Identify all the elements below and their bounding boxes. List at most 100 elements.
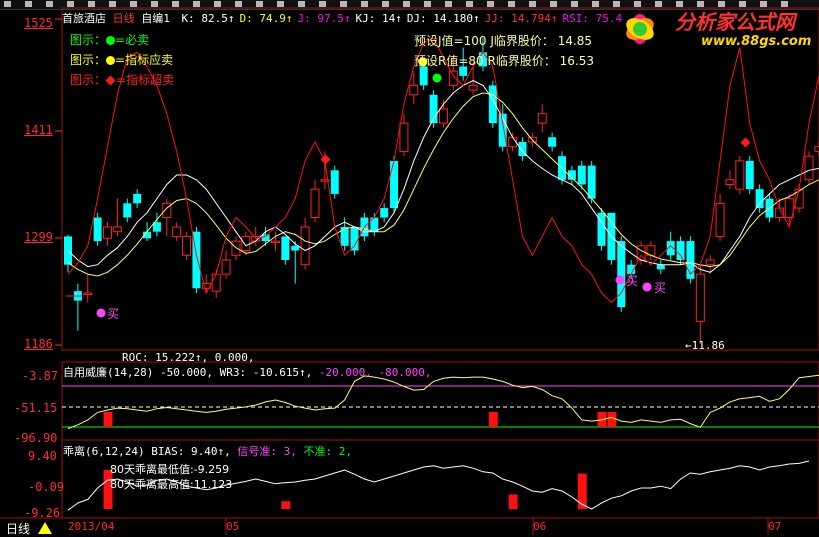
candle-body <box>676 241 685 260</box>
wr-axis-top: -3.87 <box>22 369 59 383</box>
wr-levels: -20.000, -80.000, <box>318 366 432 379</box>
wr-axis-mid: -51.15 <box>14 401 58 415</box>
roc-readout: ROC: 15.222↑, 0.000, <box>122 351 255 364</box>
preset-j-label: 预设J值=100 <box>414 34 487 48</box>
legend-label-3: 图示： <box>70 73 107 87</box>
candle-body <box>438 108 448 124</box>
candle-body <box>340 226 349 246</box>
price-axis-label-top: 1525 <box>24 16 53 30</box>
candle-body <box>390 160 399 209</box>
x-tick-may: 05 <box>226 520 240 533</box>
wr-signal-bar <box>488 412 498 427</box>
legend-text-2: =指标应卖 <box>115 53 174 67</box>
candle-body <box>221 259 231 275</box>
period-label[interactable]: 日线 <box>113 12 135 25</box>
legend-sell-should: 图示： =指标应卖 <box>70 51 173 68</box>
bias-note-max: 80天乖离最高值:11.123 <box>110 478 233 491</box>
wr-signal-bar <box>607 412 617 427</box>
indicator-value: RSI: 75.4 <box>562 12 623 25</box>
flower-logo-icon <box>626 14 654 44</box>
yellow-dot-icon <box>106 56 116 65</box>
bias-name: 乖离(6,12,24) <box>63 445 145 458</box>
wr-line <box>67 374 819 430</box>
bias-signal-bar <box>281 501 291 509</box>
logo-title: 分析家公式网 <box>675 10 795 34</box>
preset-j-price-label: J临界股价： <box>490 34 554 48</box>
candle-body <box>103 226 113 239</box>
candle-body <box>468 84 478 91</box>
candle-body <box>350 226 359 251</box>
bias-signal: 信号准: 3, <box>237 445 297 458</box>
price-axis-label-3: 1299 <box>24 230 53 244</box>
candle-body <box>123 203 132 218</box>
stock-name: 首旅酒店 <box>62 12 106 25</box>
wr-values: -50.000, WR3: -10.615↑, <box>159 366 313 379</box>
price-axis-label-2: 1411 <box>24 123 53 137</box>
legend-text-3: =指标超卖 <box>116 73 175 87</box>
candle-body <box>270 240 280 244</box>
candle-body <box>281 236 290 260</box>
wr-axis-bottom: -96.90 <box>14 431 58 445</box>
indicator-value: KJ: 14↑ <box>355 12 402 25</box>
x-tick-jul: 07 <box>768 520 782 533</box>
candle-body <box>587 165 596 199</box>
buy-label-3: 买 <box>654 281 667 295</box>
candle-body <box>725 179 735 185</box>
buy-marker <box>615 275 625 285</box>
preset-j-price: 14.85 <box>557 34 593 48</box>
candle-body <box>745 160 754 190</box>
red-diamond-icon <box>105 75 116 86</box>
green-dot-icon <box>106 36 116 45</box>
candle-body <box>537 113 547 124</box>
indicator-value: K: 82.5↑ <box>181 12 235 25</box>
x-tick-apr: 2013/04 <box>68 520 115 533</box>
candle-body <box>419 66 428 86</box>
candle-body <box>695 273 705 322</box>
period-tab[interactable]: 日线 <box>6 520 30 537</box>
candle-body <box>548 137 557 147</box>
formula-name: 自编1 <box>141 12 170 25</box>
preset-r-price-label: R临界股价： <box>487 54 556 68</box>
buy-marker <box>642 282 652 292</box>
logo-url[interactable]: www.88gs.com <box>701 34 811 49</box>
period-triangle-icon[interactable] <box>38 522 52 534</box>
bias-value: BIAS: 9.40↑, <box>151 445 231 458</box>
candle-body <box>617 241 626 308</box>
sell-must-marker <box>432 73 442 83</box>
indicator-values: K: 82.5↑ D: 74.9↑ J: 97.5↑ KJ: 14↑ DJ: 14.18… <box>177 12 623 25</box>
candle-body <box>705 259 715 266</box>
candle-body <box>804 155 814 181</box>
bias-axis-mid: -0.09 <box>28 480 65 494</box>
candle-body <box>112 226 122 233</box>
legend-label-2: 图示： <box>70 53 107 67</box>
preset-r-label: 预设R值=80 <box>414 54 484 68</box>
indicator-value: DJ: 14.180↑ <box>406 12 480 25</box>
candle-body <box>814 146 819 152</box>
candle-body <box>399 122 409 152</box>
indicator-value: D: 74.9↑ <box>239 12 293 25</box>
candle-body <box>380 208 389 218</box>
legend-sell-must: 图示： =必卖 <box>70 31 149 48</box>
bias-signal-bar <box>577 473 587 509</box>
wr-name: 自用威廉(14,28) <box>63 366 154 379</box>
legend-text-1: =必卖 <box>115 33 150 47</box>
candle-body <box>133 193 142 204</box>
bias-header: 乖离(6,12,24) BIAS: 9.40↑, 信号准: 3, 不准: 2, <box>63 443 352 459</box>
indicator-value: JJ: 14.794↑ <box>484 12 558 25</box>
buy-marker <box>96 308 106 318</box>
candle-body <box>291 245 300 251</box>
wr-signal-bar <box>103 412 113 427</box>
candle-body <box>409 84 419 96</box>
candle-body <box>172 226 182 237</box>
candle-body <box>261 234 270 242</box>
bias-axis-bottom: -9.26 <box>24 506 61 520</box>
candle-body <box>715 202 725 237</box>
preset-j: 预设J值=100 J临界股价： 14.85 <box>414 32 592 49</box>
candle-body <box>656 264 665 270</box>
candle-body <box>93 217 102 242</box>
candle-body <box>182 235 192 256</box>
wr-header: 自用威廉(14,28) -50.000, WR3: -10.615↑, -20.… <box>63 364 432 380</box>
preset-r-price: 16.53 <box>559 54 595 68</box>
candle-body <box>735 160 745 190</box>
sell-over-marker <box>740 137 751 148</box>
